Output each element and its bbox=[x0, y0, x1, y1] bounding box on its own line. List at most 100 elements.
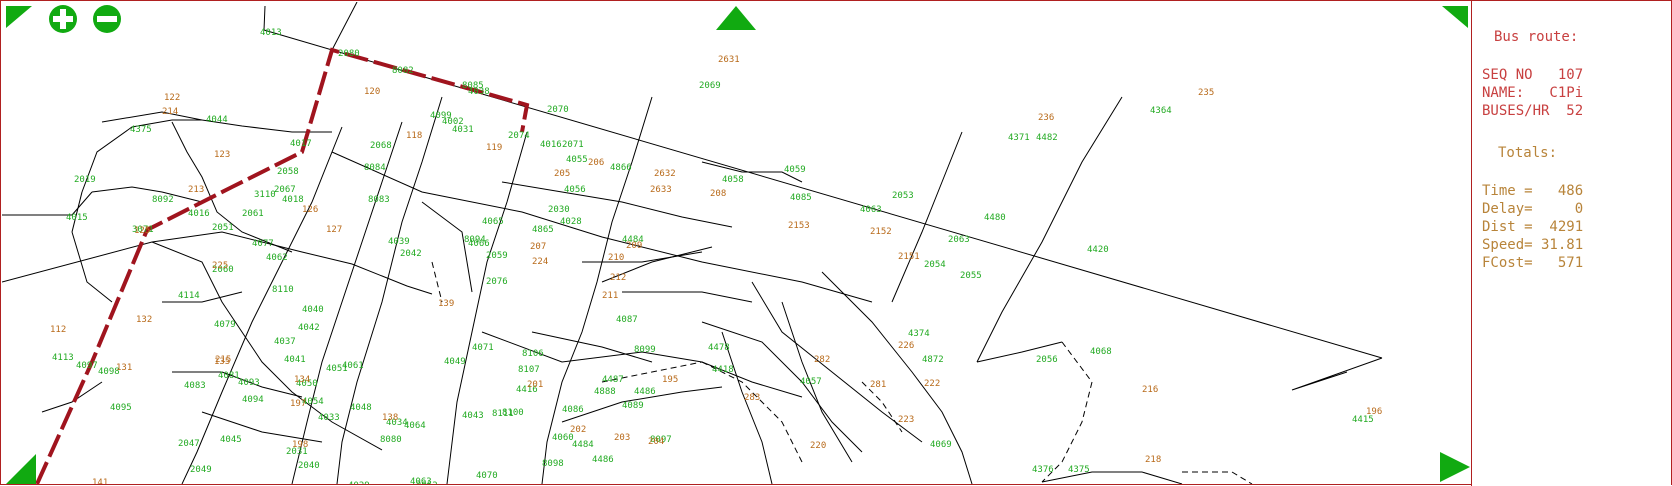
node-label-0: 4013 bbox=[260, 28, 282, 38]
network-map[interactable]: 4013 2080 8082 8085 2070 2069 4364 4371 4375 4044… bbox=[2, 2, 1471, 484]
stop-label-35: 216 bbox=[1142, 385, 1158, 395]
node-label-79: 4089 bbox=[622, 401, 644, 411]
total-dist: Dist = 4291 bbox=[1482, 219, 1584, 235]
stop-label-0: 2631 bbox=[718, 55, 740, 65]
node-label-81: 8094 bbox=[464, 235, 486, 245]
stop-label-15: 138 bbox=[382, 413, 398, 423]
stop-label-34: 215 bbox=[215, 355, 231, 365]
node-label-110: 4872 bbox=[922, 355, 944, 365]
node-label-47: 4093 bbox=[238, 378, 260, 388]
stop-label-18: 112 bbox=[50, 325, 66, 335]
node-label-30: 4095 bbox=[110, 403, 132, 413]
stop-label-27: 208 bbox=[710, 189, 726, 199]
node-label-103: 2056 bbox=[1036, 355, 1058, 365]
stop-label-42: 226 bbox=[898, 341, 914, 351]
stop-label-22: 2632 bbox=[654, 169, 676, 179]
node-label-37: 2071 bbox=[562, 140, 584, 150]
node-label-44: 8110 bbox=[272, 285, 294, 295]
node-label-11: 4015 bbox=[66, 213, 88, 223]
node-label-28: 4097 bbox=[76, 361, 98, 371]
node-label-39: 2076 bbox=[486, 277, 508, 287]
node-label-9: 4044 bbox=[206, 115, 228, 125]
stop-label-9: 126 bbox=[302, 205, 318, 215]
node-label-52: 2042 bbox=[400, 249, 422, 259]
node-label-21: 4018 bbox=[282, 195, 304, 205]
node-label-123: 4478 bbox=[708, 343, 730, 353]
node-label-119: 4486 bbox=[592, 455, 614, 465]
stop-label-2: 235 bbox=[1198, 88, 1214, 98]
node-label-8: 4375 bbox=[130, 125, 152, 135]
stop-label-41: 225 bbox=[212, 261, 228, 271]
node-label-84: 4063 bbox=[410, 477, 432, 484]
node-label-77: 4028 bbox=[560, 217, 582, 227]
total-fcost: FCost= 571 bbox=[1482, 255, 1584, 271]
node-label-82: 4049 bbox=[444, 357, 466, 367]
node-label-10: 2019 bbox=[74, 175, 96, 185]
node-label-67: 4061 bbox=[342, 361, 364, 371]
stop-label-50: 195 bbox=[662, 375, 678, 385]
node-labels: 4013208080828085207020694364437143754044… bbox=[50, 28, 1382, 484]
stop-label-4: 119 bbox=[486, 143, 502, 153]
node-label-64: 4865 bbox=[532, 225, 554, 235]
node-label-86: 4043 bbox=[462, 411, 484, 421]
node-label-38: 2059 bbox=[486, 251, 508, 261]
node-label-101: 2063 bbox=[948, 235, 970, 245]
network-canvas[interactable]: 4013208080828085207020694364437143754044… bbox=[2, 2, 1471, 484]
node-label-90: 8106 bbox=[522, 349, 544, 359]
node-label-104: 4068 bbox=[1090, 347, 1112, 357]
stop-label-30: 211 bbox=[602, 291, 618, 301]
node-label-4: 2070 bbox=[547, 105, 569, 115]
stop-label-38: 222 bbox=[924, 379, 940, 389]
node-label-36: 2074 bbox=[508, 131, 530, 141]
stop-label-1: 236 bbox=[1038, 113, 1054, 123]
node-label-109: 4071 bbox=[472, 343, 494, 353]
stop-label-47: 202 bbox=[570, 425, 586, 435]
node-label-7: 4371 bbox=[1008, 133, 1030, 143]
stop-label-3: 118 bbox=[406, 131, 422, 141]
node-label-26: 4114 bbox=[178, 291, 200, 301]
seq-no: SEQ NO 107 bbox=[1482, 67, 1584, 83]
stop-label-31: 212 bbox=[610, 273, 626, 283]
node-label-40: 4065 bbox=[482, 217, 504, 227]
node-label-45: 4083 bbox=[184, 381, 206, 391]
node-label-5: 2069 bbox=[699, 81, 721, 91]
node-label-117: 4482 bbox=[1036, 133, 1058, 143]
node-label-89: 8107 bbox=[518, 365, 540, 375]
node-label-106: 4057 bbox=[800, 377, 822, 387]
node-label-14: 2067 bbox=[274, 185, 296, 195]
node-label-97: 4059 bbox=[784, 165, 806, 175]
stop-label-10: 127 bbox=[326, 225, 342, 235]
stop-label-7: 123 bbox=[214, 150, 230, 160]
node-label-99: 2053 bbox=[892, 191, 914, 201]
stop-label-46: 201 bbox=[527, 380, 543, 390]
stop-label-11: 131 bbox=[116, 363, 132, 373]
node-label-42: 4062 bbox=[266, 253, 288, 263]
panel-heading: Bus route: bbox=[1494, 29, 1579, 45]
stop-label-23: 2633 bbox=[650, 185, 672, 195]
node-label-56: 4042 bbox=[298, 323, 320, 333]
node-label-105: 4069 bbox=[930, 440, 952, 450]
node-label-111: 4374 bbox=[908, 329, 930, 339]
stop-label-13: 134 bbox=[294, 375, 310, 385]
stop-label-28: 209 bbox=[626, 241, 642, 251]
node-label-53: 4039 bbox=[388, 237, 410, 247]
node-label-78: 4087 bbox=[616, 315, 638, 325]
node-label-16: 8084 bbox=[364, 163, 386, 173]
node-label-49: 4079 bbox=[214, 320, 236, 330]
node-label-70: 8080 bbox=[380, 435, 402, 445]
node-label-98: 4085 bbox=[790, 193, 812, 203]
stop-label-40: 224 bbox=[532, 257, 548, 267]
stop-label-33: 214 bbox=[162, 107, 178, 117]
node-label-23: 2061 bbox=[242, 209, 264, 219]
stop-label-48: 203 bbox=[614, 433, 630, 443]
node-label-69: 4048 bbox=[350, 403, 372, 413]
stop-label-51: 196 bbox=[1366, 407, 1382, 417]
node-label-122: 4418 bbox=[712, 365, 734, 375]
stop-label-24: 205 bbox=[554, 169, 570, 179]
stop-label-6: 122 bbox=[164, 93, 180, 103]
node-label-57: 4041 bbox=[284, 355, 306, 365]
total-speed: Speed= 31.81 bbox=[1482, 237, 1584, 253]
node-label-2: 8082 bbox=[392, 66, 414, 76]
node-label-43: 4077 bbox=[252, 239, 274, 249]
stop-label-21: 2153 bbox=[788, 221, 810, 231]
